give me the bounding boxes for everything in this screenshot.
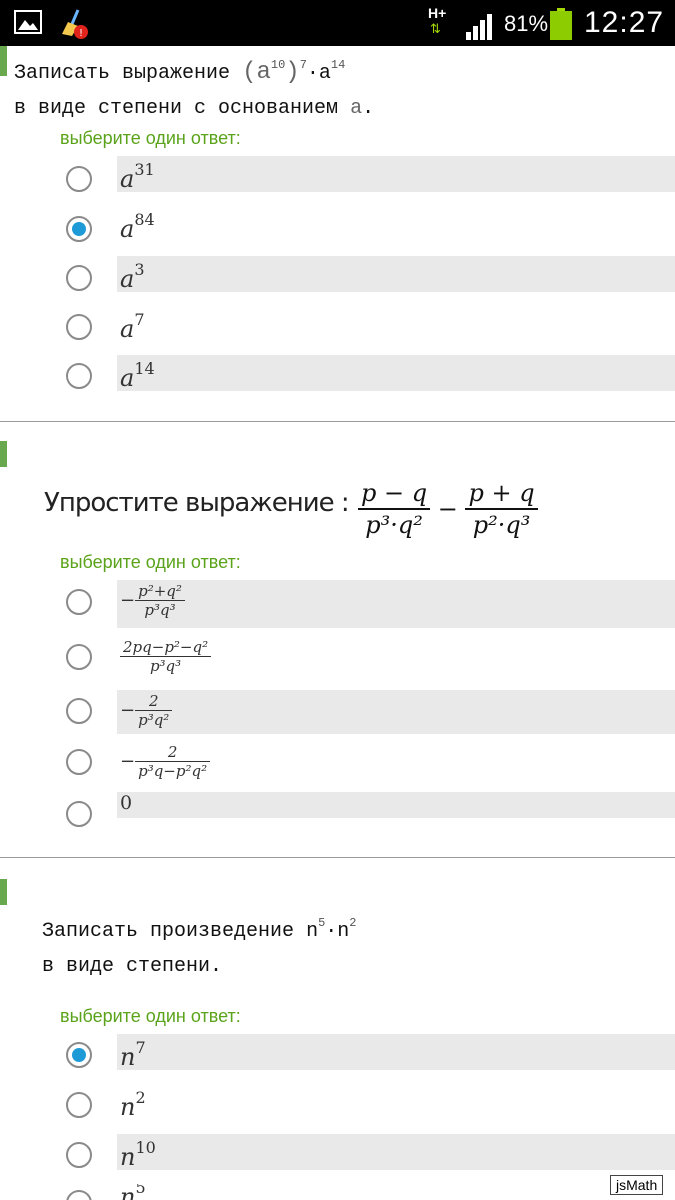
answer-option[interactable]: −2 p³q−p²q² [0, 741, 675, 787]
question-1-line1: Записать выражение (a10)7·a14 [14, 58, 346, 86]
answer-option[interactable]: a7 [0, 306, 675, 343]
answer-option[interactable]: − p²+q² p³q³ [0, 580, 675, 628]
divider [0, 421, 675, 422]
battery-icon [550, 8, 572, 40]
status-bar: ! H+ ⇅ 81% 12:27 [0, 0, 675, 46]
answer-option[interactable]: a14 [0, 355, 675, 392]
option-label: −2 p³q² [120, 692, 173, 729]
radio-button[interactable] [66, 589, 92, 615]
cleaner-alert-icon: ! [58, 8, 90, 40]
option-background [117, 355, 675, 391]
radio-button[interactable] [66, 801, 92, 827]
svg-text:!: ! [79, 28, 83, 39]
radio-button[interactable] [66, 166, 92, 192]
option-label: n10 [120, 1138, 156, 1171]
answer-option[interactable]: a31 [0, 156, 675, 193]
option-background [117, 792, 675, 818]
choose-one-prompt: выберите один ответ: [60, 1006, 241, 1026]
radio-button[interactable] [66, 749, 92, 775]
answer-option[interactable]: n7 [0, 1034, 675, 1071]
radio-button[interactable] [66, 1190, 92, 1200]
answer-option[interactable]: −2 p³q² [0, 690, 675, 734]
question-marker [0, 46, 7, 76]
answer-option[interactable]: a84 [0, 206, 675, 243]
battery-percent: 81% [504, 11, 549, 36]
question-2-title: Упростите выражение : [44, 488, 350, 518]
option-label: a14 [120, 359, 155, 392]
option-background [117, 256, 675, 292]
option-label: −2 p³q−p²q² [120, 743, 211, 780]
answer-option[interactable]: n10 [0, 1134, 675, 1171]
option-background [117, 690, 675, 734]
radio-button[interactable] [66, 698, 92, 724]
option-label: n7 [120, 1038, 146, 1071]
network-type: H+ [428, 5, 447, 21]
option-label: a7 [120, 310, 145, 343]
radio-button[interactable] [66, 644, 92, 670]
data-arrows-icon: ⇅ [430, 21, 441, 36]
question-2-expression: p − q p³·q² − p + q p²·q³ [358, 478, 538, 540]
radio-button[interactable] [66, 265, 92, 291]
option-label: a31 [120, 160, 155, 193]
jsmath-badge[interactable]: jsMath [610, 1175, 664, 1195]
radio-button[interactable] [66, 363, 92, 389]
option-label: a3 [120, 260, 145, 293]
option-background [117, 156, 675, 192]
question-1-line2: в виде степени с основанием a. [14, 97, 375, 120]
answer-option[interactable]: a3 [0, 256, 675, 293]
option-label: 0 [120, 792, 133, 814]
signal-icon [466, 10, 498, 45]
option-background [117, 1034, 675, 1070]
radio-button[interactable] [66, 1142, 92, 1168]
question-3-line2: в виде степени. [42, 955, 223, 978]
divider [0, 857, 675, 858]
choose-one-prompt: выберите один ответ: [60, 128, 241, 148]
option-label: a84 [120, 210, 155, 243]
answer-option[interactable]: 0 [0, 792, 675, 827]
question-marker [0, 879, 7, 905]
choose-one-prompt: выберите один ответ: [60, 552, 241, 572]
option-label: 2pq−p²−q² p³q³ [120, 638, 212, 675]
radio-button[interactable] [66, 314, 92, 340]
question-marker [0, 441, 7, 467]
answer-option[interactable]: n2 [0, 1084, 675, 1121]
answer-option[interactable]: 2pq−p²−q² p³q³ [0, 636, 675, 682]
radio-button[interactable] [66, 1092, 92, 1118]
option-background [117, 1134, 675, 1170]
radio-button-selected[interactable] [66, 1042, 92, 1068]
option-label: − p²+q² p³q³ [120, 582, 185, 619]
clock: 12:27 [584, 6, 665, 39]
option-background [117, 580, 675, 628]
radio-button-selected[interactable] [66, 216, 92, 242]
option-label: n2 [120, 1088, 146, 1121]
question-3-line1: Записать произведение n5·n2 [42, 916, 357, 943]
option-label: n5 [120, 1184, 146, 1200]
gallery-icon [14, 10, 42, 34]
answer-option[interactable]: n5 [0, 1184, 675, 1200]
